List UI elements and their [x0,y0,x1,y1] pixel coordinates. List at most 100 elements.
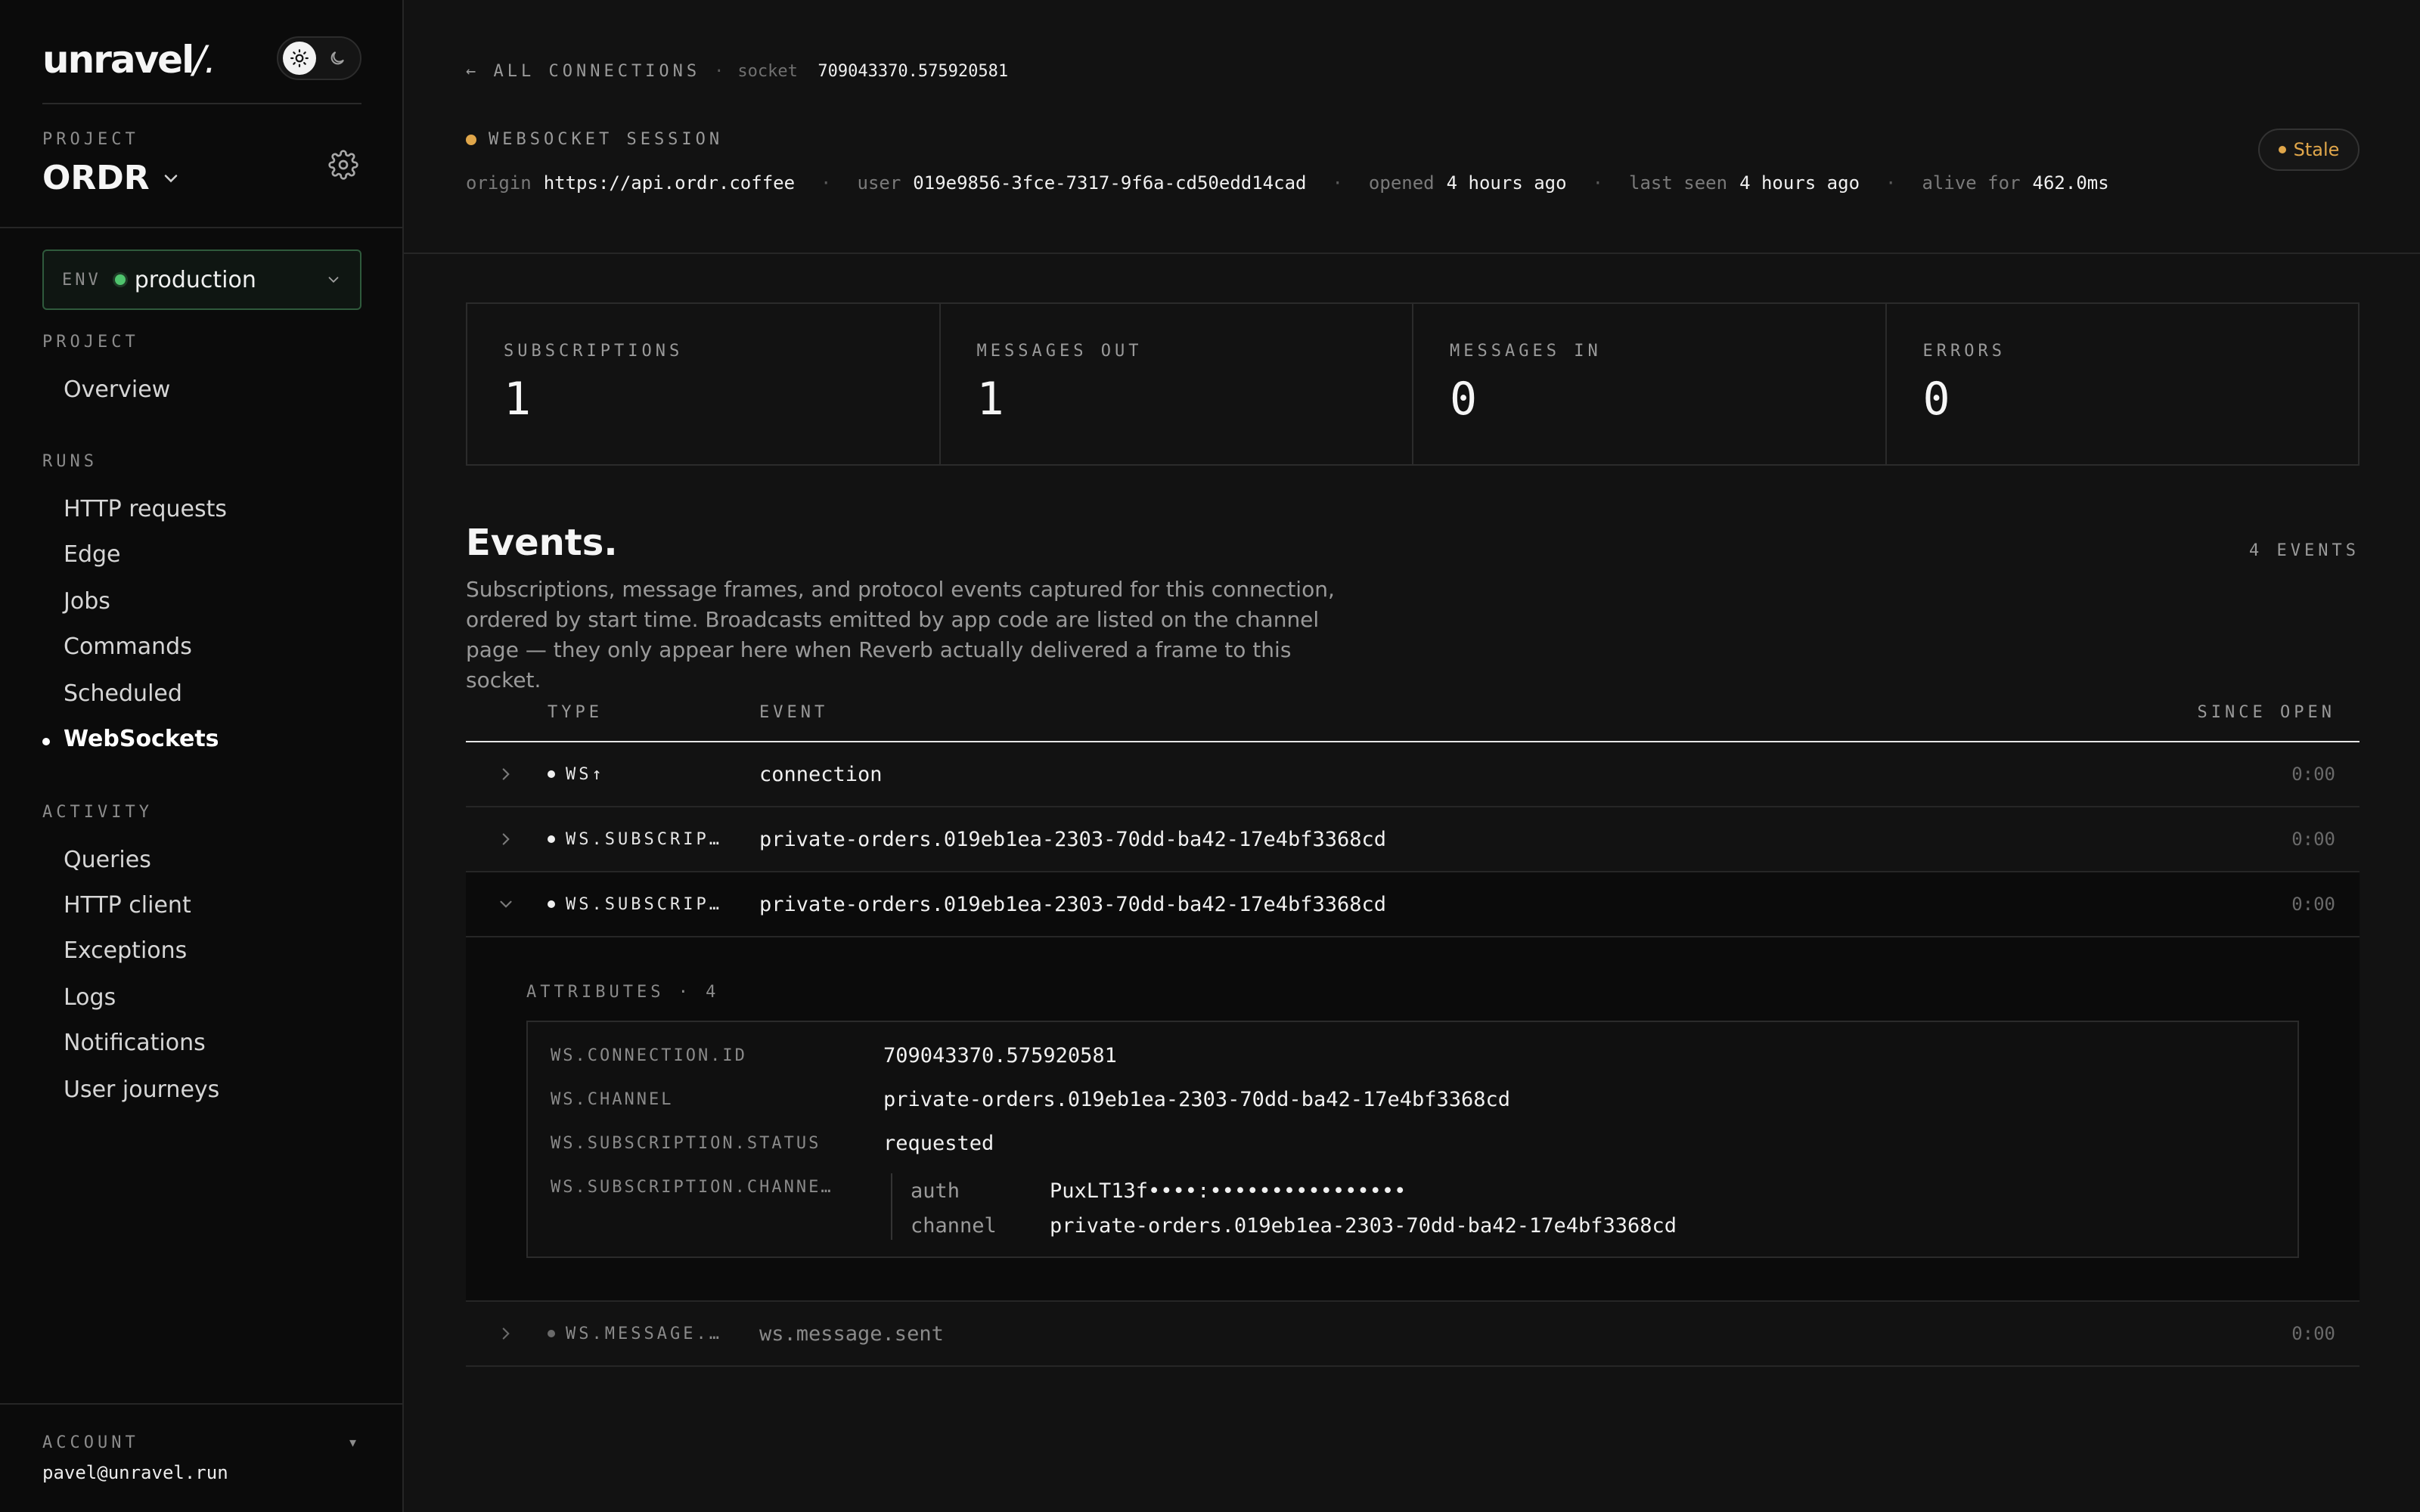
event-name: ws.message.sent [759,1321,944,1346]
nav-section-activity: ACTIVITY [42,803,153,822]
sidebar-item-user-journeys[interactable]: User journeys [64,1077,219,1103]
environment-select[interactable]: ENV production [42,249,361,310]
attribute-value[interactable]: 709043370.575920581 [883,1044,1117,1067]
sidebar-item-notifications[interactable]: Notifications [64,1030,206,1056]
sidebar-item-edge[interactable]: Edge [64,541,121,568]
sun-icon[interactable] [283,42,316,75]
active-indicator [42,738,50,745]
attribute-value[interactable]: private-orders.019eb1ea-2303-70dd-ba42-1… [883,1088,1510,1111]
sidebar-item-http-client[interactable]: HTTP client [64,892,191,919]
last-seen-value: 4 hours ago [1739,172,1860,194]
chevron-right-icon[interactable] [496,1324,516,1343]
table-row[interactable]: WS↑ connection 0:00 [466,742,2360,807]
stat-value: 1 [504,373,532,426]
app-logo[interactable]: unravel/. [42,38,216,82]
nav-section-project: PROJECT [42,333,139,352]
env-label: ENV [62,270,101,290]
nested-key: auth [911,1179,960,1203]
stat-label: ERRORS [1922,342,2006,361]
attribute-key: WS.CHANNEL [551,1089,674,1109]
back-to-connections-link[interactable]: ← ALL CONNECTIONS [466,62,700,81]
table-row[interactable]: WS.SUBSCRIP… private-orders.019eb1ea-230… [466,807,2360,872]
event-type: WS.SUBSCRIP… [548,807,737,871]
meta-separator: · [821,172,832,194]
chevron-right-icon[interactable] [496,764,516,784]
table-row[interactable]: WS.MESSAGE.… ws.message.sent 0:00 [466,1302,2360,1367]
opened-value: 4 hours ago [1446,172,1567,194]
sidebar-item-scheduled[interactable]: Scheduled [64,680,182,707]
project-label: PROJECT [42,130,139,149]
sidebar: unravel/. PROJECT ORDR ENV production PR… [0,0,404,1512]
alive-value: 462.0ms [2032,172,2109,194]
attribute-key: WS.SUBSCRIPTION.CHANNE… [551,1177,833,1197]
divider [42,103,361,104]
sidebar-item-commands[interactable]: Commands [64,634,192,660]
divider [0,227,404,228]
sidebar-item-jobs[interactable]: Jobs [64,588,110,615]
last-seen-key: last seen [1629,172,1728,194]
sidebar-item-http-requests[interactable]: HTTP requests [64,496,227,522]
type-dot [548,900,555,908]
caret-down-icon[interactable]: ▾ [349,1435,356,1451]
attribute-row: WS.SUBSCRIPTION.CHANNE… [551,1172,883,1202]
attributes-table: WS.CONNECTION.ID 709043370.575920581 WS.… [526,1021,2299,1258]
session-kicker-label: WEBSOCKET SESSION [489,130,724,149]
event-since: 0:00 [2291,764,2335,785]
column-header-since-open: SINCE OPEN [2197,703,2335,722]
event-type: WS.MESSAGE.… [548,1302,737,1365]
events-table-header: TYPE EVENT SINCE OPEN [466,703,2360,742]
opened-key: opened [1368,172,1435,194]
session-kicker: WEBSOCKET SESSION [466,130,723,149]
user-key: user [857,172,901,194]
nested-row: channel private-orders.019eb1ea-2303-70d… [911,1208,1677,1243]
stat-subscriptions: SUBSCRIPTIONS 1 [467,304,941,464]
table-row-expanded[interactable]: WS.SUBSCRIP… private-orders.019eb1ea-230… [466,872,2360,937]
sidebar-item-logs[interactable]: Logs [64,984,116,1011]
column-header-type: TYPE [548,703,603,722]
env-status-dot [114,274,126,285]
attribute-key: WS.SUBSCRIPTION.STATUS [551,1133,821,1153]
gear-icon[interactable] [328,150,358,180]
moon-icon[interactable] [321,42,354,75]
session-meta: origin https://api.ordr.coffee · user 01… [466,172,2109,194]
event-type: WS.SUBSCRIP… [548,872,737,936]
event-name: connection [759,762,883,786]
account-email[interactable]: pavel@unravel.run [42,1462,228,1483]
chevron-right-icon[interactable] [496,829,516,849]
origin-value: https://api.ordr.coffee [543,172,796,194]
event-name: private-orders.019eb1ea-2303-70dd-ba42-1… [759,827,1387,851]
meta-separator: · [1592,172,1604,194]
stat-messages-out: MESSAGES OUT 1 [941,304,1413,464]
nav-section-runs: RUNS [42,452,98,471]
sidebar-item-exceptions[interactable]: Exceptions [64,937,187,964]
stale-dot [2278,146,2286,153]
nested-value[interactable]: private-orders.019eb1ea-2303-70dd-ba42-1… [1050,1214,1677,1238]
attribute-value[interactable]: requested [883,1132,994,1155]
nested-value[interactable]: PuxLT13f••••:•••••••••••••••• [1050,1179,1406,1203]
theme-toggle[interactable] [277,36,361,80]
project-name: ORDR [42,159,150,197]
stat-label: MESSAGES OUT [976,342,1143,361]
sidebar-item-websockets[interactable]: WebSockets [64,726,219,752]
event-since: 0:00 [2291,829,2335,850]
socket-key: socket [737,62,798,81]
origin-key: origin [466,172,532,194]
attribute-row: WS.CONNECTION.ID 709043370.575920581 [551,1040,1117,1070]
events-count: 4 EVENTS [2249,541,2360,560]
attribute-row: WS.CHANNEL private-orders.019eb1ea-2303-… [551,1084,1510,1114]
event-type: WS↑ [548,742,737,806]
attribute-row: WS.SUBSCRIPTION.STATUS requested [551,1128,994,1158]
type-dot [548,835,555,843]
chevron-down-icon [164,174,177,182]
chevron-down-icon[interactable] [496,894,516,914]
sidebar-item-overview[interactable]: Overview [64,376,170,403]
meta-separator: · [1332,172,1343,194]
user-value[interactable]: 019e9856-3fce-7317-9f6a-cd50edd14cad [913,172,1306,194]
project-switcher[interactable]: ORDR [42,159,182,197]
sidebar-item-queries[interactable]: Queries [64,847,151,873]
event-detail-panel: ATTRIBUTES · 4 WS.CONNECTION.ID 70904337… [466,937,2360,1302]
event-name: private-orders.019eb1ea-2303-70dd-ba42-1… [759,892,1387,916]
breadcrumb-separator: · [714,62,724,81]
stat-value: 1 [976,373,1004,426]
events-description: Subscriptions, message frames, and proto… [466,577,1335,692]
